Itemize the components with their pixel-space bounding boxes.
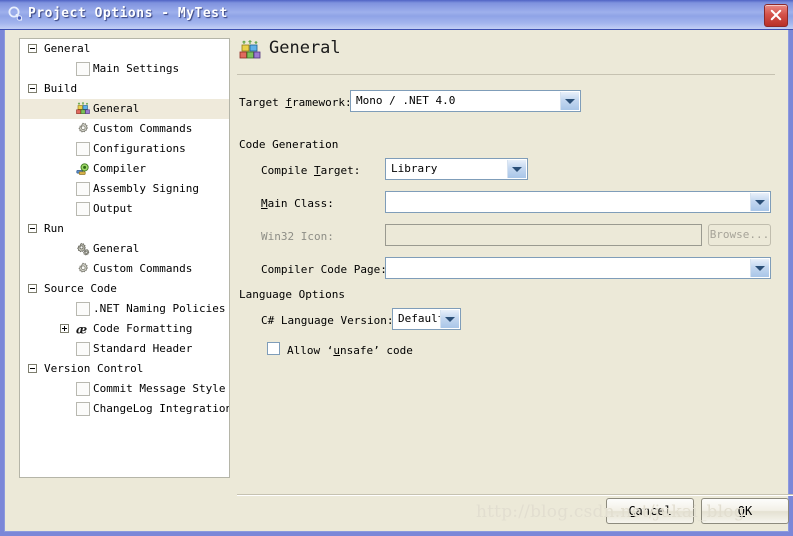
target-framework-value: Mono / .NET 4.0 xyxy=(356,94,456,107)
sidebar-item-run[interactable]: Run xyxy=(20,219,229,239)
win32-icon-browse-button[interactable]: Browse... xyxy=(708,224,771,246)
sidebar-item-general[interactable]: General xyxy=(20,239,229,259)
sidebar-item-main-settings[interactable]: Main Settings xyxy=(20,59,229,79)
collapse-toggle-icon[interactable] xyxy=(28,44,37,53)
settings-pane: General Target framework: Mono / .NET 4.… xyxy=(237,38,793,496)
sidebar-item-changelog-integration[interactable]: ChangeLog Integration xyxy=(20,399,229,419)
compile-target-value: Library xyxy=(391,162,438,175)
allow-unsafe-label: Allow ‘unsafe’ code xyxy=(287,344,413,357)
language-options-group-title: Language Options xyxy=(239,288,345,301)
settings-tree[interactable]: General Main Settings Build General Custom C… xyxy=(19,38,230,478)
target-framework-combo[interactable]: Mono / .NET 4.0 xyxy=(350,90,581,112)
blank-page-icon xyxy=(76,182,90,196)
compiler-icon xyxy=(76,162,90,176)
sidebar-item-general[interactable]: General xyxy=(20,39,229,59)
win32-icon-input[interactable] xyxy=(385,224,702,246)
csharp-version-value: Default xyxy=(398,312,445,325)
sidebar-item-output[interactable]: Output xyxy=(20,199,229,219)
header-divider xyxy=(237,74,775,75)
blank-page-icon xyxy=(76,342,90,356)
target-framework-label: Target framework: xyxy=(239,96,352,109)
sidebar-item-assembly-signing[interactable]: Assembly Signing xyxy=(20,179,229,199)
gear-icon xyxy=(76,122,90,136)
chevron-down-icon[interactable] xyxy=(750,259,769,277)
sidebar-item-net-naming-policies[interactable]: .NET Naming Policies xyxy=(20,299,229,319)
compiler-code-page-label: Compiler Code Page: xyxy=(261,263,387,276)
sidebar-item-label: Standard Header xyxy=(93,342,193,355)
sidebar-item-code-formatting[interactable]: æ Code Formatting xyxy=(20,319,229,339)
collapse-toggle-icon[interactable] xyxy=(28,364,37,373)
sidebar-item-label: Version Control xyxy=(44,362,144,375)
svg-text:æ: æ xyxy=(76,323,87,337)
chevron-down-icon[interactable] xyxy=(560,92,579,110)
blank-page-icon xyxy=(76,202,90,216)
blank-page-icon xyxy=(76,142,90,156)
sidebar-item-source-code[interactable]: Source Code xyxy=(20,279,229,299)
sidebar-item-label: General xyxy=(44,42,91,55)
main-class-combo[interactable] xyxy=(385,191,771,213)
sidebar-item-label: Code Formatting xyxy=(93,322,193,335)
sidebar-item-custom-commands[interactable]: Custom Commands xyxy=(20,119,229,139)
sidebar-item-label: Compiler xyxy=(93,162,146,175)
sidebar-item-label: ChangeLog Integration xyxy=(93,402,230,415)
code-generation-group-title: Code Generation xyxy=(239,138,339,151)
sidebar-item-compiler[interactable]: Compiler xyxy=(20,159,229,179)
gears-icon xyxy=(76,242,90,256)
win32-icon-label: Win32 Icon: xyxy=(261,230,334,243)
sidebar-item-configurations[interactable]: Configurations xyxy=(20,139,229,159)
project-options-dialog: Project Options - MyTest General Main Set… xyxy=(0,0,793,536)
page-title: General xyxy=(269,38,341,58)
sidebar-item-custom-commands[interactable]: Custom Commands xyxy=(20,259,229,279)
sidebar-item-version-control[interactable]: Version Control xyxy=(20,359,229,379)
sidebar-item-label: Configurations xyxy=(93,142,186,155)
chevron-down-icon[interactable] xyxy=(750,193,769,211)
sidebar-item-label: Main Settings xyxy=(93,62,180,75)
gear-icon xyxy=(76,262,90,276)
window-title: Project Options - MyTest xyxy=(28,6,228,21)
sidebar-item-label: .NET Naming Policies xyxy=(93,302,226,315)
close-button[interactable] xyxy=(764,4,788,27)
ok-button[interactable]: OK xyxy=(701,498,789,524)
chevron-down-icon[interactable] xyxy=(440,310,459,328)
blank-page-icon xyxy=(76,382,90,396)
compile-target-label: Compile Target: xyxy=(261,164,361,177)
allow-unsafe-checkbox[interactable] xyxy=(267,342,280,355)
cancel-button[interactable]: Cancel xyxy=(606,498,694,524)
footer-divider xyxy=(237,494,793,496)
blank-page-icon xyxy=(76,62,90,76)
sidebar-item-build[interactable]: Build xyxy=(20,79,229,99)
pane-header: General xyxy=(237,38,777,75)
bricks-icon xyxy=(239,40,261,62)
blank-page-icon xyxy=(76,302,90,316)
sidebar-item-label: Output xyxy=(93,202,133,215)
title-bar: Project Options - MyTest xyxy=(0,0,793,30)
sidebar-item-label: Assembly Signing xyxy=(93,182,199,195)
sidebar-item-label: Custom Commands xyxy=(93,122,193,135)
expand-toggle-icon[interactable] xyxy=(60,324,69,333)
main-class-label: Main Class: xyxy=(261,197,334,210)
sidebar-item-label: Run xyxy=(44,222,64,235)
chevron-down-icon[interactable] xyxy=(507,160,526,178)
collapse-toggle-icon[interactable] xyxy=(28,224,37,233)
compile-target-combo[interactable]: Library xyxy=(385,158,528,180)
options-wrench-icon xyxy=(7,6,24,23)
compiler-code-page-combo[interactable] xyxy=(385,257,771,279)
bricks-icon xyxy=(76,102,90,116)
csharp-version-combo[interactable]: Default xyxy=(392,308,461,330)
sidebar-item-label: Commit Message Style xyxy=(93,382,226,395)
dialog-client-area: General Main Settings Build General Custom C… xyxy=(4,30,793,532)
code-format-icon: æ xyxy=(76,322,90,337)
sidebar-item-label: General xyxy=(93,102,140,115)
sidebar-item-general[interactable]: General xyxy=(20,99,229,119)
sidebar-item-commit-message-style[interactable]: Commit Message Style xyxy=(20,379,229,399)
sidebar-item-label: Custom Commands xyxy=(93,262,193,275)
sidebar-item-label: Source Code xyxy=(44,282,117,295)
sidebar-item-label: General xyxy=(93,242,140,255)
collapse-toggle-icon[interactable] xyxy=(28,284,37,293)
sidebar-item-standard-header[interactable]: Standard Header xyxy=(20,339,229,359)
sidebar-item-label: Build xyxy=(44,82,78,95)
collapse-toggle-icon[interactable] xyxy=(28,84,37,93)
blank-page-icon xyxy=(76,402,90,416)
csharp-version-label: C# Language Version: xyxy=(261,314,394,327)
